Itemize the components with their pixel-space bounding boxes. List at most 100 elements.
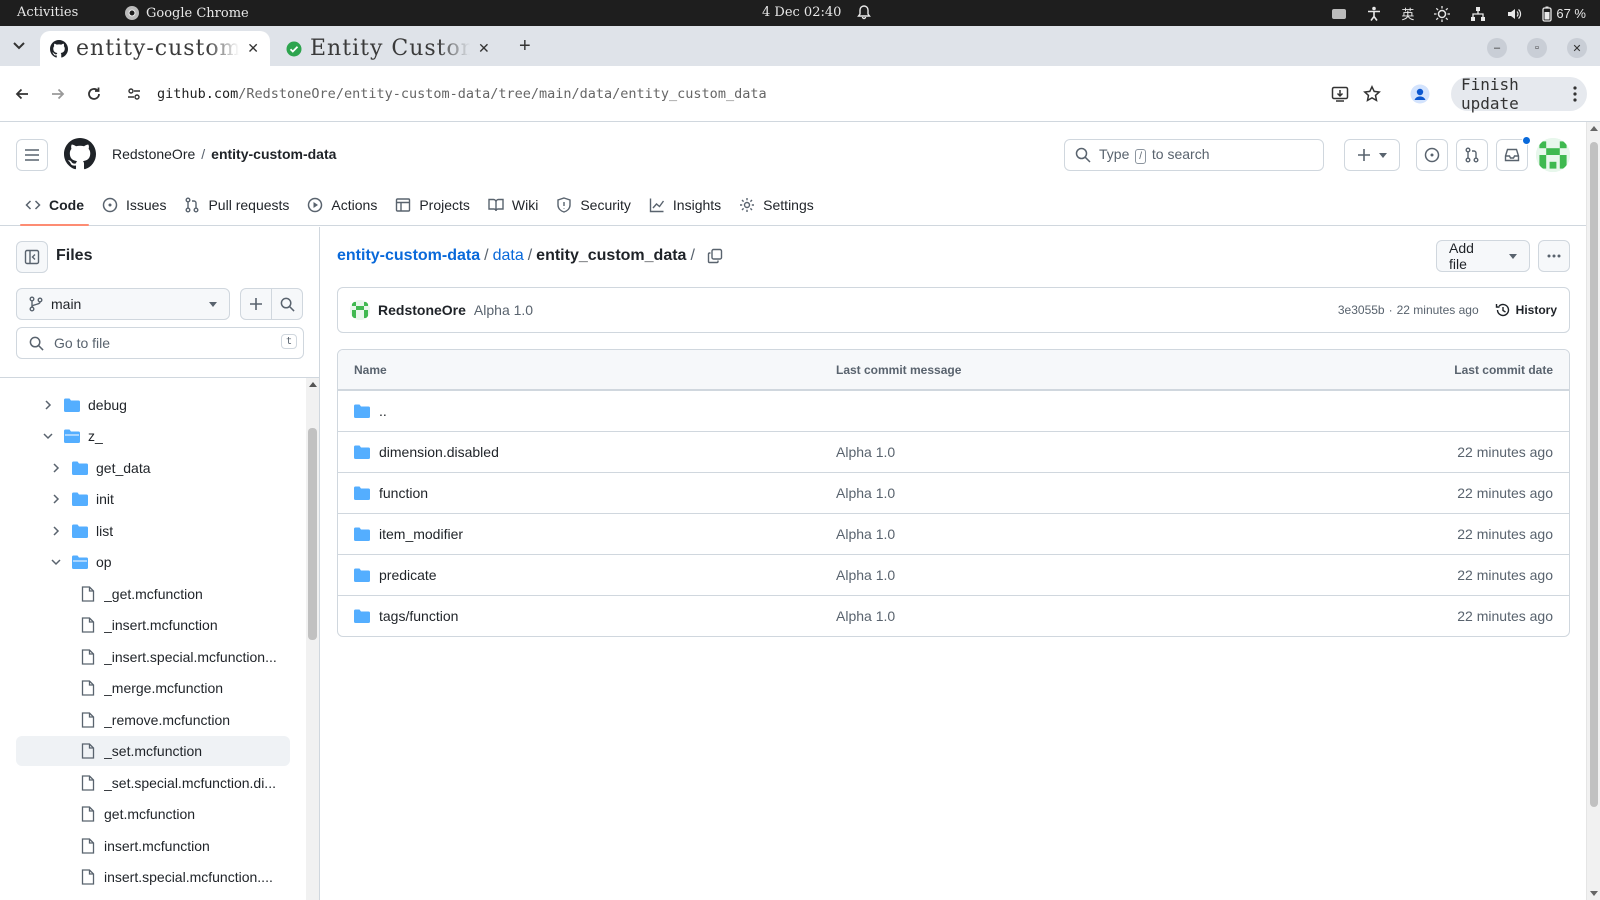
- tree-folder[interactable]: debug: [16, 390, 290, 420]
- profile-button[interactable]: [1409, 83, 1431, 105]
- collapse-sidebar-button[interactable]: [16, 241, 48, 273]
- tree-file[interactable]: _set.special.mcfunction.di...: [16, 768, 290, 798]
- create-new-button[interactable]: [1344, 139, 1400, 171]
- minimize-button[interactable]: –: [1487, 38, 1507, 58]
- system-tray[interactable]: 英 67 %: [1331, 4, 1586, 23]
- commit-sha[interactable]: 3e3055b: [1338, 303, 1385, 317]
- bell-icon[interactable]: [856, 4, 872, 20]
- address-bar[interactable]: github.com/RedstoneOre/entity-custom-dat…: [123, 78, 1381, 110]
- commit-author[interactable]: RedstoneOre: [378, 302, 466, 318]
- commit-message-link[interactable]: Alpha 1.0: [836, 485, 895, 501]
- close-tab-icon[interactable]: ✕: [247, 41, 260, 57]
- tab-search-button[interactable]: [6, 34, 32, 58]
- inbox-button[interactable]: [1496, 136, 1531, 171]
- bookmark-button[interactable]: [1361, 83, 1383, 105]
- repo-name-link[interactable]: entity-custom-data: [211, 146, 336, 162]
- page-scrollbar-thumb[interactable]: [1590, 142, 1598, 807]
- repo-owner-link[interactable]: RedstoneOre: [112, 146, 195, 162]
- finish-update-button[interactable]: Finish update: [1451, 75, 1587, 113]
- commit-message-link[interactable]: Alpha 1.0: [836, 567, 895, 583]
- site-info-icon[interactable]: [126, 86, 142, 102]
- more-options-button[interactable]: [1538, 240, 1570, 272]
- go-to-file-input[interactable]: Go to file t: [16, 327, 304, 359]
- github-logo-icon[interactable]: [64, 138, 96, 170]
- tab-actions[interactable]: Actions: [298, 184, 386, 226]
- tree-file-selected[interactable]: _set.mcfunction: [16, 736, 290, 766]
- tree-folder[interactable]: get_data: [16, 453, 290, 483]
- tree-file[interactable]: insert.special.mcfunction....: [16, 862, 290, 892]
- breadcrumb-repo-link[interactable]: entity-custom-data: [337, 247, 480, 265]
- file-name-link[interactable]: function: [379, 485, 428, 501]
- table-row[interactable]: function Alpha 1.0 22 minutes ago: [338, 472, 1569, 513]
- file-name-link[interactable]: predicate: [379, 567, 437, 583]
- tab-projects[interactable]: Projects: [386, 184, 479, 226]
- tab-issues[interactable]: Issues: [93, 184, 175, 226]
- commit-message-link[interactable]: Alpha 1.0: [836, 444, 895, 460]
- tree-file[interactable]: get.mcfunction: [16, 799, 290, 829]
- tab-pull-requests[interactable]: Pull requests: [175, 184, 298, 226]
- app-menu[interactable]: Google Chrome: [124, 5, 249, 21]
- reload-button[interactable]: [83, 83, 105, 105]
- scroll-up-icon[interactable]: [309, 382, 317, 387]
- tab-wiki[interactable]: Wiki: [479, 184, 547, 226]
- tree-file[interactable]: _insert.mcfunction: [16, 610, 290, 640]
- clock[interactable]: 4 Dec 02:40: [762, 5, 841, 20]
- user-avatar[interactable]: [1536, 138, 1570, 172]
- table-row[interactable]: dimension.disabled Alpha 1.0 22 minutes …: [338, 431, 1569, 472]
- scroll-up-icon[interactable]: [1590, 126, 1598, 131]
- pull-requests-button[interactable]: [1456, 139, 1488, 171]
- commit-message-link[interactable]: Alpha 1.0: [836, 608, 895, 624]
- activities-button[interactable]: Activities: [17, 5, 78, 20]
- tree-scrollbar[interactable]: [306, 378, 319, 900]
- global-nav-menu-button[interactable]: [16, 139, 48, 171]
- parent-directory-link[interactable]: ..: [379, 403, 387, 419]
- tab-insights[interactable]: Insights: [640, 184, 730, 226]
- add-file-tree-button[interactable]: [240, 288, 272, 320]
- history-button[interactable]: History: [1495, 302, 1557, 318]
- breadcrumb-dir-link[interactable]: data: [493, 247, 524, 265]
- copy-path-icon[interactable]: [707, 248, 723, 264]
- tab-code[interactable]: Code: [16, 184, 93, 226]
- commit-author-avatar[interactable]: [350, 300, 370, 320]
- close-tab-icon[interactable]: ✕: [478, 41, 491, 57]
- new-tab-button[interactable]: +: [519, 35, 531, 58]
- file-name-link[interactable]: item_modifier: [379, 526, 463, 542]
- url-text[interactable]: github.com/RedstoneOre/entity-custom-dat…: [157, 86, 767, 102]
- table-row[interactable]: tags/function Alpha 1.0 22 minutes ago: [338, 595, 1569, 636]
- tree-folder[interactable]: init: [16, 484, 290, 514]
- issues-button[interactable]: [1416, 139, 1448, 171]
- commit-message[interactable]: Alpha 1.0: [474, 302, 533, 318]
- tree-file[interactable]: _get.mcfunction: [16, 579, 290, 609]
- close-window-button[interactable]: ✕: [1567, 38, 1587, 58]
- forward-button[interactable]: [47, 83, 69, 105]
- install-app-button[interactable]: [1329, 83, 1351, 105]
- file-icon: [80, 743, 96, 759]
- table-row[interactable]: predicate Alpha 1.0 22 minutes ago: [338, 554, 1569, 595]
- tab-settings[interactable]: Settings: [730, 184, 823, 226]
- search-tree-button[interactable]: [271, 288, 303, 320]
- browser-tab[interactable]: Entity Custom Data ✕: [276, 31, 506, 66]
- tab-security[interactable]: Security: [547, 184, 640, 226]
- back-button[interactable]: [11, 83, 33, 105]
- browser-tab-active[interactable]: entity-custom-data/data/entity_custom_da…: [40, 31, 270, 66]
- tree-folder[interactable]: z_: [16, 421, 290, 451]
- shield-icon: [556, 197, 572, 213]
- file-name-link[interactable]: dimension.disabled: [379, 444, 499, 460]
- add-file-button[interactable]: Add file: [1436, 240, 1530, 272]
- table-row[interactable]: item_modifier Alpha 1.0 22 minutes ago: [338, 513, 1569, 554]
- restore-button[interactable]: ▫: [1527, 38, 1547, 58]
- file-name-link[interactable]: tags/function: [379, 608, 458, 624]
- scroll-down-icon[interactable]: [1590, 891, 1598, 896]
- tree-folder[interactable]: list: [16, 516, 290, 546]
- tree-folder[interactable]: op: [16, 547, 290, 577]
- search-input[interactable]: Type / to search: [1064, 139, 1324, 171]
- page-scrollbar[interactable]: [1586, 122, 1600, 900]
- branch-selector[interactable]: main: [16, 288, 230, 320]
- parent-directory-row[interactable]: ..: [338, 390, 1569, 431]
- commit-message-link[interactable]: Alpha 1.0: [836, 526, 895, 542]
- tree-file[interactable]: _insert.special.mcfunction...: [16, 642, 290, 672]
- tree-file[interactable]: _merge.mcfunction: [16, 673, 290, 703]
- tree-file[interactable]: insert.mcfunction: [16, 831, 290, 861]
- tree-scrollbar-thumb[interactable]: [308, 428, 317, 640]
- tree-file[interactable]: _remove.mcfunction: [16, 705, 290, 735]
